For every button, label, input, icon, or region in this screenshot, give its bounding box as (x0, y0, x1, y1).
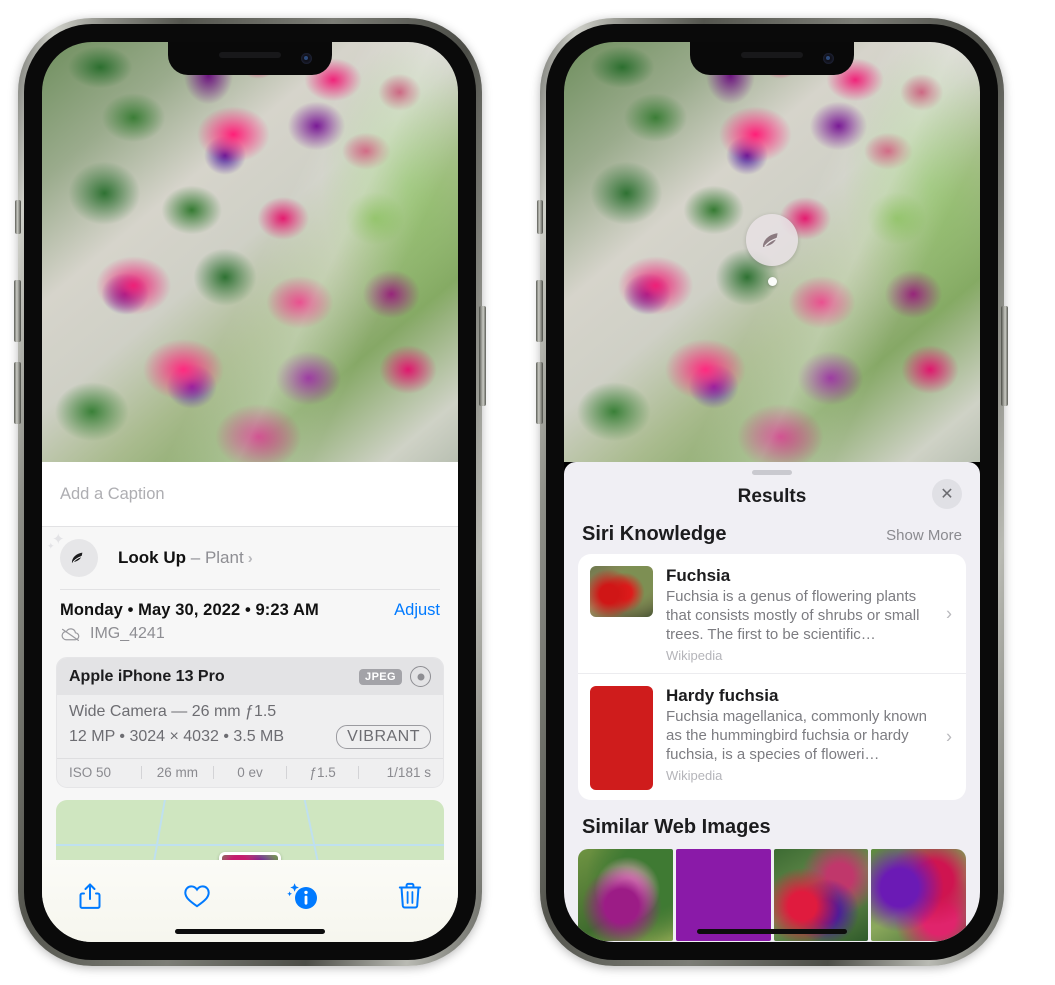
capture-date: Monday • May 30, 2022 • 9:23 AM (60, 601, 319, 619)
style-badge: VIBRANT (336, 725, 431, 749)
chevron-right-icon: › (247, 550, 253, 567)
front-camera-icon (823, 53, 834, 64)
look-up-row[interactable]: ✦ ✦ Look Up – Plant › (42, 527, 458, 589)
power-button-left[interactable] (479, 306, 486, 406)
earpiece-speaker (219, 52, 281, 58)
front-camera-icon (301, 53, 312, 64)
share-button[interactable] (68, 876, 112, 916)
results-sheet: Results ✕ Siri Knowledge Show More Fuchs… (564, 462, 980, 942)
exif-header: Apple iPhone 13 Pro JPEG (57, 658, 443, 695)
image-specs: 12 MP • 3024 × 4032 • 3.5 MB (69, 728, 285, 745)
adjust-button[interactable]: Adjust (394, 601, 440, 620)
look-up-label: Look Up – Plant › (118, 548, 253, 568)
caption-field[interactable]: Add a Caption (42, 462, 458, 526)
power-button-right[interactable] (1001, 306, 1008, 406)
mute-switch-right[interactable] (537, 200, 543, 234)
look-up-dash: – (190, 548, 201, 567)
volume-up-button-right[interactable] (536, 280, 543, 342)
screen-left: Add a Caption ✦ ✦ Look Up – Plant › Mond… (42, 42, 458, 942)
web-image-thumbnail[interactable] (871, 849, 966, 941)
trash-icon (398, 882, 422, 909)
siri-knowledge-card: Fuchsia Fuchsia is a genus of flowering … (578, 554, 966, 800)
result-title: Hardy fuchsia (666, 686, 779, 705)
result-description: Fuchsia magellanica, commonly known as t… (666, 708, 927, 763)
chevron-right-icon: › (946, 603, 952, 623)
sparkle-small-icon: ✦ (47, 541, 55, 551)
phone-right: Results ✕ Siri Knowledge Show More Fuchs… (536, 18, 1008, 966)
exif-body: Wide Camera — 26 mm ƒ1.5 12 MP • 3024 × … (57, 695, 443, 758)
section-title: Similar Web Images (582, 816, 771, 838)
web-image-thumbnail[interactable] (773, 849, 869, 941)
result-title: Fuchsia (666, 566, 731, 585)
chevron-right-icon: › (946, 726, 952, 747)
photo-viewer[interactable] (42, 42, 458, 462)
list-item[interactable]: Fuchsia Fuchsia is a genus of flowering … (578, 554, 966, 673)
exif-shot-values: ISO 50 26 mm 0 ev ƒ1.5 1/181 s (57, 758, 443, 787)
badge-anchor-dot (767, 277, 777, 286)
look-up-subject: Plant (204, 548, 244, 567)
exposure-value: 0 ev (237, 765, 263, 780)
metadata-block: Monday • May 30, 2022 • 9:23 AM Adjust I… (42, 590, 458, 647)
mute-switch-left[interactable] (15, 200, 21, 234)
notch-left (168, 42, 332, 75)
info-sparkle-icon (287, 883, 318, 909)
volume-down-button-right[interactable] (536, 362, 543, 424)
cloud-slash-icon (61, 627, 80, 641)
caption-placeholder: Add a Caption (60, 484, 165, 503)
section-title: Siri Knowledge (582, 523, 727, 545)
info-button[interactable] (281, 876, 325, 916)
focal-length-value: 26 mm (156, 765, 199, 780)
home-indicator-right[interactable] (697, 929, 847, 934)
exif-card[interactable]: Apple iPhone 13 Pro JPEG Wide Camera — 2… (56, 657, 444, 788)
delete-button[interactable] (388, 876, 432, 916)
list-item[interactable]: Hardy fuchsia Fuchsia magellanica, commo… (578, 673, 966, 800)
map-road (56, 843, 444, 846)
result-description: Fuchsia is a genus of flowering plants t… (666, 588, 920, 643)
favorite-button[interactable] (175, 876, 219, 916)
visual-lookup-badge[interactable] (746, 214, 798, 286)
device-name: Apple iPhone 13 Pro (69, 667, 225, 685)
home-indicator-left[interactable] (175, 929, 325, 934)
photo-highlight (42, 42, 458, 462)
result-source: Wikipedia (666, 768, 723, 783)
results-title: Results (737, 486, 807, 507)
volume-down-button-left[interactable] (14, 362, 21, 424)
shutter-speed-value: 1/181 s (386, 765, 431, 780)
look-up-title: Look Up (118, 548, 186, 567)
format-badge: JPEG (359, 668, 402, 685)
results-header: Results ✕ (564, 475, 980, 519)
filename-text: IMG_4241 (90, 625, 165, 642)
close-icon[interactable]: ✕ (932, 479, 962, 509)
screen-right: Results ✕ Siri Knowledge Show More Fuchs… (564, 42, 980, 942)
web-image-thumbnail[interactable] (675, 849, 771, 941)
web-image-thumbnail[interactable] (578, 849, 673, 941)
result-thumbnail (590, 566, 653, 617)
screenshot-root: Add a Caption ✦ ✦ Look Up – Plant › Mond… (0, 0, 1055, 985)
iso-value: ISO 50 (69, 765, 112, 780)
similar-web-images-header: Similar Web Images (564, 800, 980, 845)
result-thumbnail (590, 686, 653, 790)
phone-left: Add a Caption ✦ ✦ Look Up – Plant › Mond… (14, 18, 486, 966)
filename-row: IMG_4241 (60, 625, 440, 643)
leaf-icon: ✦ ✦ (47, 532, 98, 577)
share-icon (79, 883, 101, 909)
aperture-icon (410, 666, 431, 687)
notch-right (690, 42, 854, 75)
heart-icon (183, 885, 210, 908)
volume-up-button-left[interactable] (14, 280, 21, 342)
similar-web-images-strip[interactable] (564, 849, 980, 941)
result-source: Wikipedia (666, 648, 723, 663)
siri-knowledge-header: Siri Knowledge Show More (564, 519, 980, 554)
aperture-value: ƒ1.5 (309, 765, 336, 780)
earpiece-speaker (741, 52, 803, 58)
lens-info: Wide Camera — 26 mm ƒ1.5 (69, 703, 277, 720)
show-more-button[interactable]: Show More (886, 527, 962, 544)
leaf-icon (746, 214, 798, 266)
